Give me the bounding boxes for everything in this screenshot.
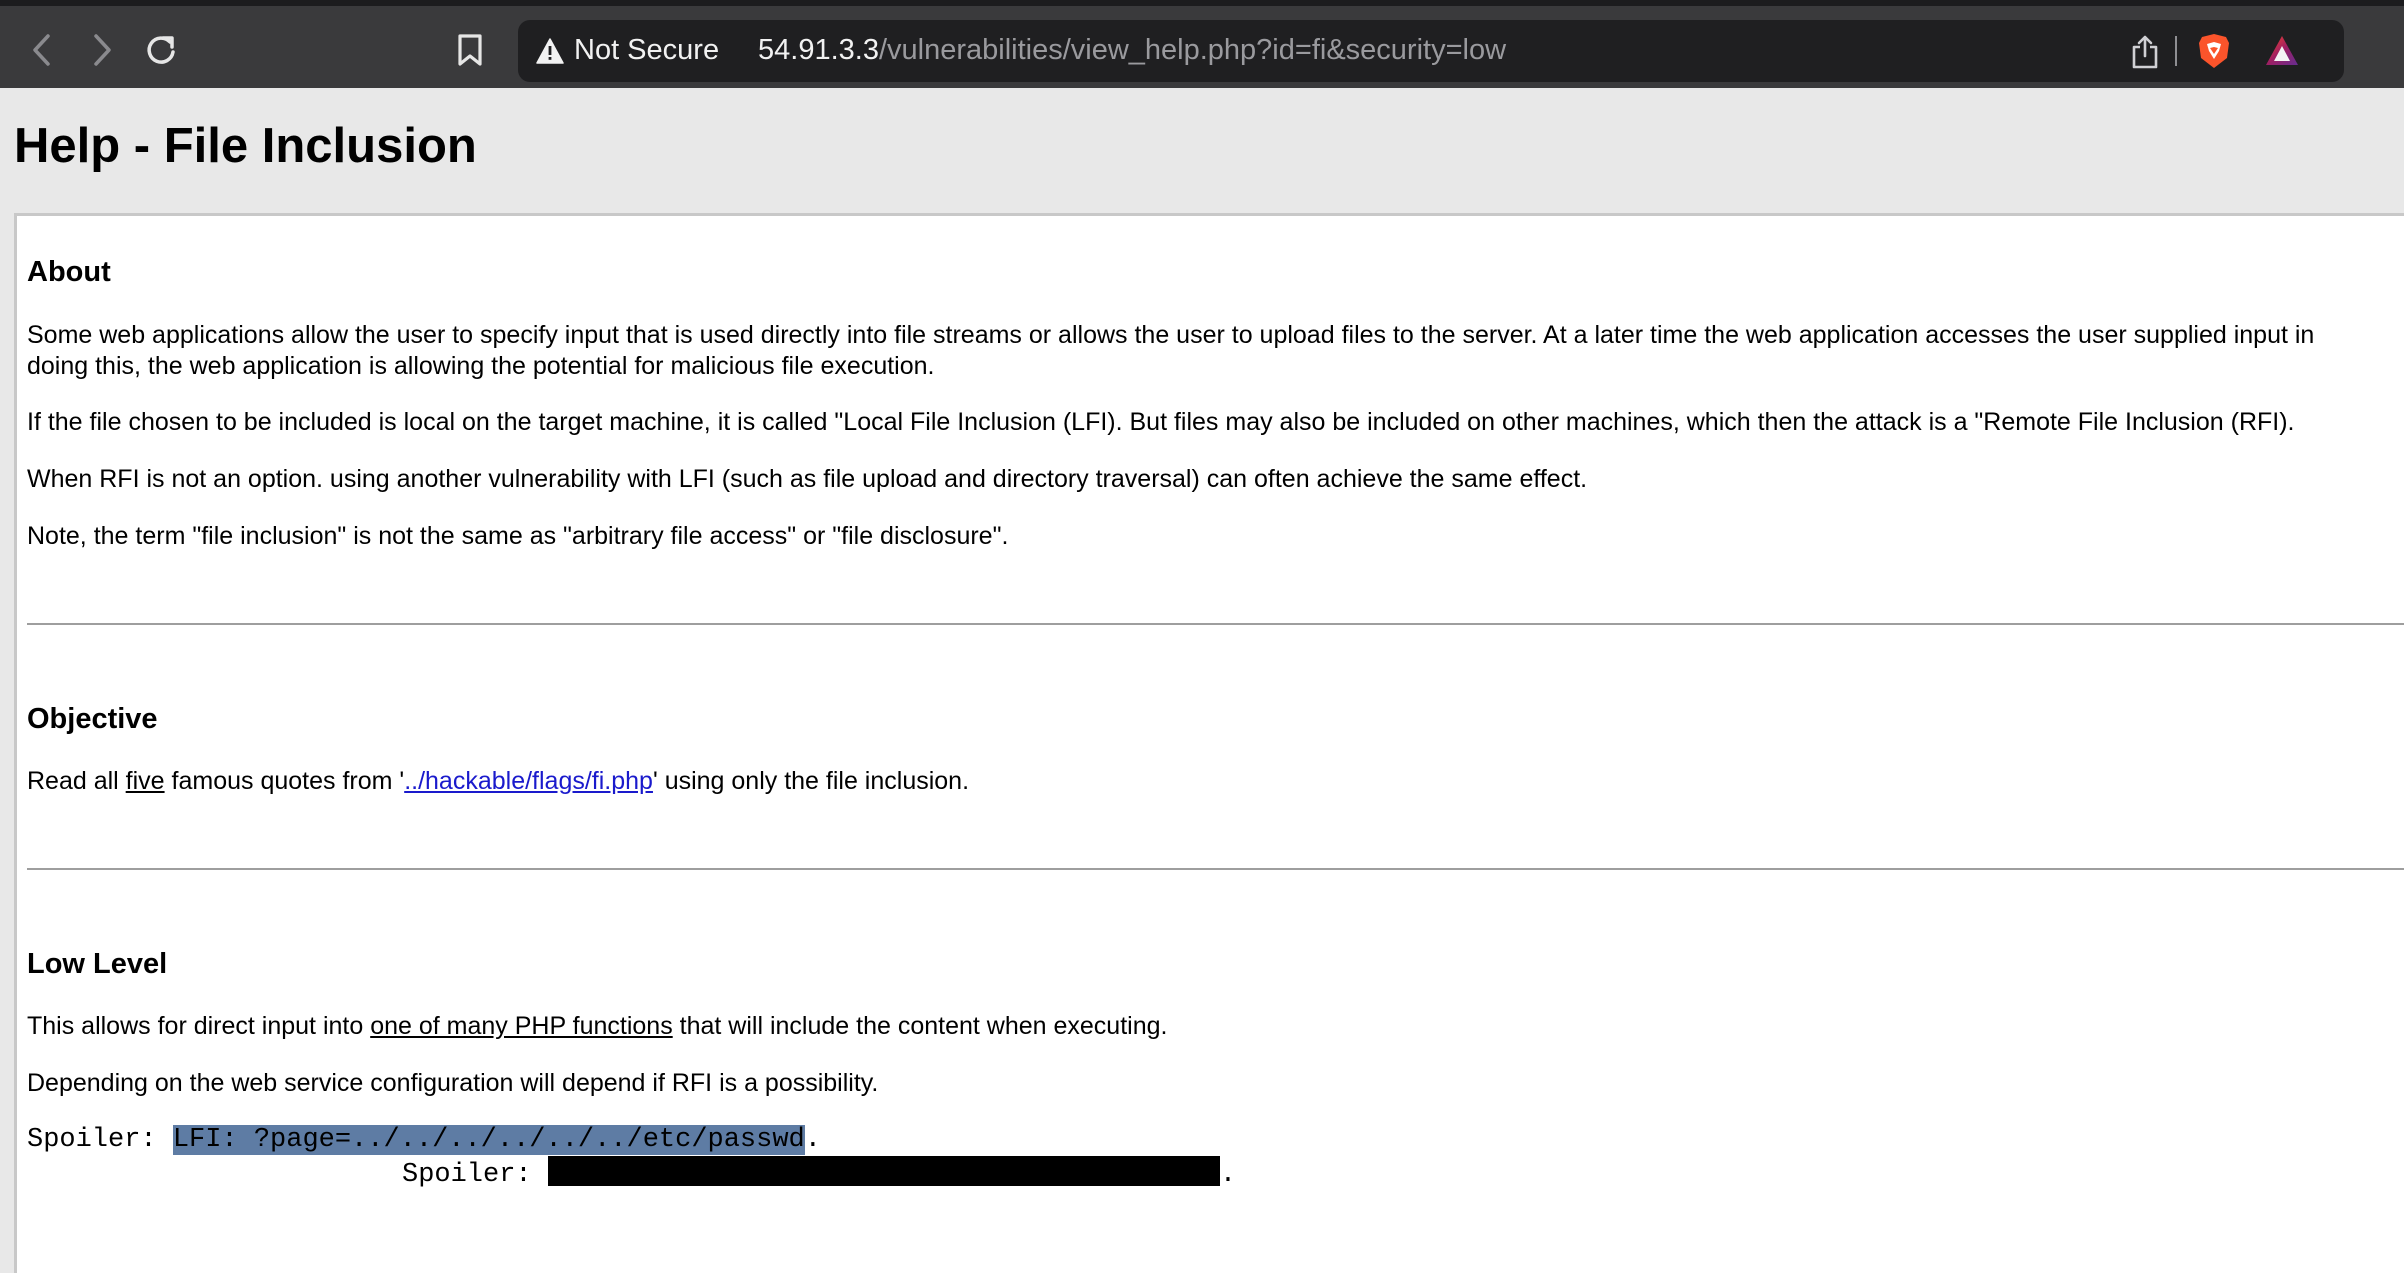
spoiler-line-1: Spoiler: LFI: ?page=../../../../../../et… [27, 1125, 821, 1156]
five-emphasis: five [125, 767, 165, 795]
reload-button[interactable] [143, 32, 179, 68]
flags-file-link[interactable]: ../hackable/flags/fi.php [404, 767, 653, 795]
about-paragraph-2: If the file chosen to be included is loc… [27, 408, 2295, 436]
back-button[interactable] [24, 32, 60, 68]
spoiler-label: Spoiler: [27, 1125, 173, 1155]
low-level-paragraph-1: This allows for direct input into one of… [27, 1011, 1167, 1042]
bookmark-button[interactable] [452, 32, 488, 68]
chevron-left-icon [33, 34, 50, 66]
spoiler-period: . [804, 1125, 821, 1155]
browser-toolbar: Not Secure 54.91.3.3/vulnerabilities/vie… [0, 0, 2404, 88]
brave-rewards-icon[interactable] [2264, 34, 2300, 68]
php-functions-link[interactable]: one of many PHP functions [370, 1012, 673, 1040]
about-paragraph-1-line-1: Some web applications allow the user to … [27, 321, 2315, 349]
url-path: /vulnerabilities/view_help.php?id=fi&sec… [878, 34, 1507, 66]
low-level-heading: Low Level [27, 948, 168, 980]
bookmark-icon [458, 34, 482, 66]
lfi-spoiler-text[interactable]: LFI: ?page=../../../../../../etc/passwd [172, 1125, 805, 1155]
low-level-paragraph-2: Depending on the web service configurati… [27, 1069, 879, 1097]
forward-button[interactable] [84, 32, 120, 68]
help-content-box: About Some web applications allow the us… [14, 213, 2404, 1273]
low-level-text-start: This allows for direct input into [27, 1012, 371, 1040]
objective-text-middle: famous quotes from ' [164, 767, 405, 795]
objective-text-start: Read all [27, 767, 126, 795]
low-level-text-end: that will include the content when execu… [672, 1012, 1168, 1040]
chevron-right-icon [94, 34, 111, 66]
security-status[interactable]: Not Secure [574, 34, 719, 67]
brave-shields-icon[interactable] [2196, 32, 2232, 70]
warning-icon [536, 38, 564, 64]
objective-heading: Objective [27, 703, 158, 735]
spoiler-period: . [1219, 1160, 1237, 1190]
about-paragraph-3: When RFI is not an option. using another… [27, 465, 1588, 493]
share-icon[interactable] [2128, 34, 2162, 70]
address-bar[interactable]: Not Secure 54.91.3.3/vulnerabilities/vie… [518, 20, 2344, 82]
objective-text-end: ' using only the file inclusion. [652, 767, 970, 795]
spoiler-line-2: Spoiler: . [402, 1156, 1236, 1191]
toolbar-divider [2175, 36, 2177, 66]
objective-paragraph: Read all five famous quotes from '../hac… [27, 766, 969, 797]
about-heading: About [27, 256, 111, 288]
section-divider [27, 868, 2404, 870]
page-title: Help - File Inclusion [14, 119, 477, 173]
section-divider [27, 623, 2404, 625]
about-paragraph-4: Note, the term "file inclusion" is not t… [27, 522, 1009, 550]
url-text[interactable]: 54.91.3.3/vulnerabilities/view_help.php?… [758, 34, 1506, 67]
about-paragraph-1-line-2: doing this, the web application is allow… [27, 352, 935, 380]
spoiler-label: Spoiler: [402, 1160, 548, 1190]
url-host: 54.91.3.3 [758, 34, 879, 66]
redacted-spoiler[interactable] [547, 1156, 1220, 1186]
reload-icon [147, 36, 175, 64]
